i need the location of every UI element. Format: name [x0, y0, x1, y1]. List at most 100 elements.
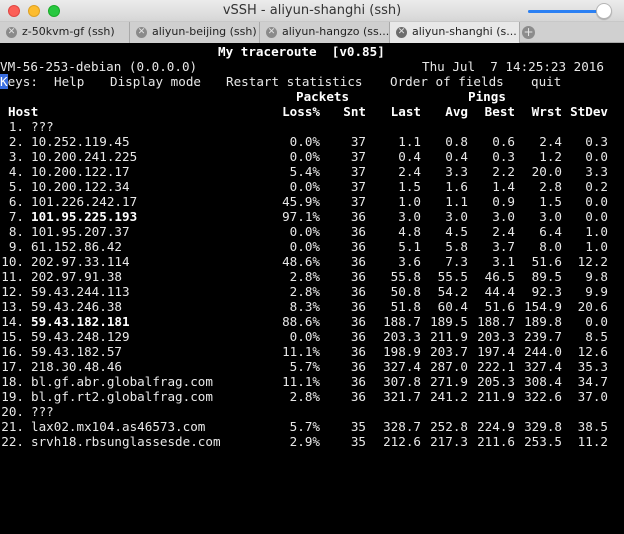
tab-label: aliyun-hangzo (ss...	[282, 25, 390, 38]
hop-snt: 36	[350, 359, 366, 374]
hop-last: 3.6	[398, 254, 421, 269]
hop-number: 2.	[8, 134, 24, 149]
hop-loss: 5.7%	[289, 359, 320, 374]
key-display-mode[interactable]: Display mode	[110, 74, 201, 89]
hop-avg: 252.8	[430, 419, 468, 434]
hop-host: 218.30.48.46	[31, 359, 122, 374]
hop-wrst: 6.4	[539, 224, 562, 239]
hop-wrst: 3.0	[539, 209, 562, 224]
volume-slider[interactable]	[528, 3, 612, 19]
hop-avg: 1.6	[445, 179, 468, 194]
hop-snt: 36	[350, 389, 366, 404]
hop-loss: 45.9%	[282, 194, 320, 209]
hop-snt: 37	[350, 149, 366, 164]
hop-number: 14.	[1, 314, 24, 329]
close-tab-icon[interactable]: ✕	[396, 27, 407, 38]
keys-line: Keys:	[0, 74, 38, 89]
tab-aliyun-shanghi[interactable]: ✕ aliyun-shanghi (s...	[390, 22, 520, 43]
hop-number: 8.	[8, 224, 24, 239]
key-help[interactable]: Help	[54, 74, 84, 89]
hop-avg: 55.5	[437, 269, 468, 284]
hop-best: 3.7	[492, 239, 515, 254]
hop-best: 188.7	[477, 314, 515, 329]
hop-host: 59.43.248.129	[31, 329, 130, 344]
hop-loss: 2.9%	[289, 434, 320, 449]
hop-avg: 0.8	[445, 134, 468, 149]
keys-prefix: eys:	[7, 74, 38, 89]
tab-label: aliyun-shanghi (s...	[412, 25, 517, 38]
hop-avg: 1.1	[445, 194, 468, 209]
hop-last: 2.4	[398, 164, 421, 179]
hop-host: 59.43.182.57	[31, 344, 122, 359]
volume-slider-knob[interactable]	[596, 3, 612, 19]
hop-stdev: 0.0	[585, 149, 608, 164]
hop-stdev: 9.9	[585, 284, 608, 299]
hop-best: 211.6	[477, 434, 515, 449]
hop-last: 198.9	[383, 344, 421, 359]
hop-number: 3.	[8, 149, 24, 164]
hop-host: 59.43.246.38	[31, 299, 122, 314]
hop-host: 61.152.86.42	[31, 239, 122, 254]
hop-avg: 54.2	[437, 284, 468, 299]
hop-snt: 36	[350, 239, 366, 254]
hop-snt: 35	[350, 434, 366, 449]
hop-stdev: 38.5	[577, 419, 608, 434]
hop-loss: 0.0%	[289, 149, 320, 164]
volume-slider-fill	[528, 10, 604, 13]
hop-stdev: 0.0	[585, 194, 608, 209]
hop-best: 1.4	[492, 179, 515, 194]
hop-host: 10.252.119.45	[31, 134, 130, 149]
hop-wrst: 92.3	[531, 284, 562, 299]
hop-number: 18.	[1, 374, 24, 389]
hop-avg: 7.3	[445, 254, 468, 269]
hop-best: 0.3	[492, 149, 515, 164]
close-tab-icon[interactable]: ✕	[266, 27, 277, 38]
close-tab-icon[interactable]: ✕	[136, 27, 147, 38]
hop-best: 51.6	[484, 299, 515, 314]
key-order-of-fields[interactable]: Order of fields	[390, 74, 504, 89]
hop-wrst: 253.5	[524, 434, 562, 449]
hop-wrst: 1.2	[539, 149, 562, 164]
hop-avg: 189.5	[430, 314, 468, 329]
hop-stdev: 3.3	[585, 164, 608, 179]
hop-number: 15.	[1, 329, 24, 344]
hop-avg: 5.8	[445, 239, 468, 254]
hop-stdev: 12.2	[577, 254, 608, 269]
hop-wrst: 329.8	[524, 419, 562, 434]
key-restart-statistics[interactable]: Restart statistics	[226, 74, 362, 89]
hop-loss: 97.1%	[282, 209, 320, 224]
hop-number: 16.	[1, 344, 24, 359]
tab-z-50kvm-gf[interactable]: ✕ z-50kvm-gf (ssh)	[0, 22, 130, 43]
hop-stdev: 1.0	[585, 239, 608, 254]
hop-wrst: 2.4	[539, 134, 562, 149]
hop-loss: 11.1%	[282, 344, 320, 359]
hop-last: 328.7	[383, 419, 421, 434]
hop-wrst: 327.4	[524, 359, 562, 374]
new-tab-plus-icon[interactable]: +	[522, 26, 535, 39]
hop-snt: 36	[350, 269, 366, 284]
tab-aliyun-beijing[interactable]: ✕ aliyun-beijing (ssh)	[130, 22, 260, 43]
hop-last: 307.8	[383, 374, 421, 389]
hop-snt: 37	[350, 134, 366, 149]
hop-host: bl.gf.abr.globalfrag.com	[31, 374, 213, 389]
hop-best: 205.3	[477, 374, 515, 389]
hop-avg: 271.9	[430, 374, 468, 389]
group-packets: Packets	[296, 89, 350, 104]
hop-host: lax02.mx104.as46573.com	[31, 419, 206, 434]
col-avg: Avg	[445, 104, 468, 119]
hop-snt: 36	[350, 254, 366, 269]
tab-aliyun-hangzo[interactable]: ✕ aliyun-hangzo (ss...	[260, 22, 390, 43]
tab-label: aliyun-beijing (ssh)	[152, 25, 257, 38]
close-tab-icon[interactable]: ✕	[6, 27, 17, 38]
hop-host: 10.200.122.17	[31, 164, 130, 179]
hop-stdev: 0.3	[585, 134, 608, 149]
hop-loss: 5.4%	[289, 164, 320, 179]
hop-wrst: 244.0	[524, 344, 562, 359]
hop-snt: 36	[350, 374, 366, 389]
hop-loss: 88.6%	[282, 314, 320, 329]
hop-loss: 0.0%	[289, 224, 320, 239]
terminal[interactable]: My traceroute [v0.85] VM-56-253-debian (…	[0, 44, 624, 534]
hop-loss: 11.1%	[282, 374, 320, 389]
key-quit[interactable]: quit	[531, 74, 561, 89]
hop-snt: 36	[350, 329, 366, 344]
